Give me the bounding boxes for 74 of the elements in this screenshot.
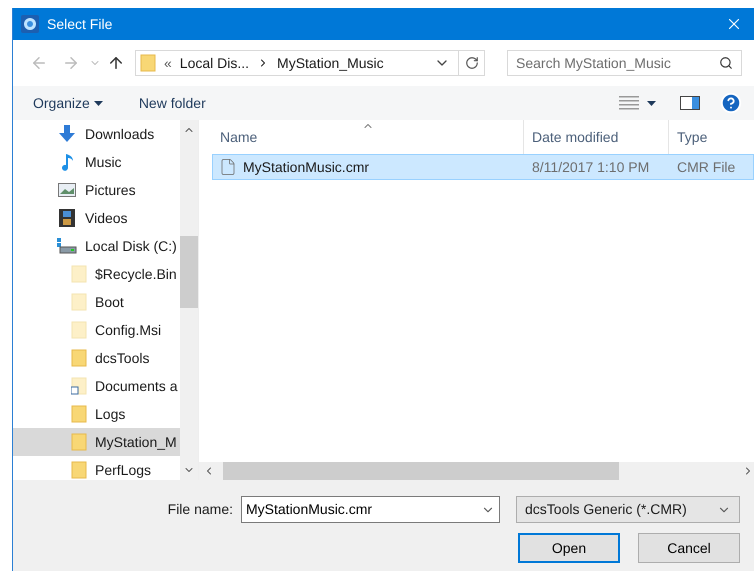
folder-icon (71, 265, 87, 283)
preview-pane-button[interactable] (680, 96, 700, 110)
file-name: MyStationMusic.cmr (243, 158, 370, 177)
file-name-field[interactable]: MyStationMusic.cmr (241, 496, 500, 523)
file-icon (219, 158, 237, 176)
nav-item[interactable]: Downloads (13, 120, 180, 148)
refresh-icon[interactable] (464, 56, 478, 70)
help-icon (720, 92, 742, 114)
nav-item[interactable]: Pictures (13, 176, 180, 204)
nav-label: Documents a (95, 376, 178, 396)
preview-pane-icon (680, 96, 700, 110)
breadcrumb[interactable]: Local Dis... (180, 52, 250, 74)
folder-icon (71, 293, 87, 311)
dialog-button[interactable]: Cancel (638, 533, 740, 563)
folder-icon (71, 321, 87, 339)
nav-item[interactable]: Boot (13, 288, 180, 316)
folder-icon (71, 405, 87, 423)
vertical-scrollbar[interactable] (180, 120, 198, 480)
nav-item[interactable]: Local Disk (C:) (13, 232, 180, 260)
nav-label: Pictures (85, 180, 136, 200)
picture-icon (58, 183, 76, 197)
scrollbar-thumb[interactable] (223, 462, 619, 480)
film-strip-icon (59, 209, 75, 227)
nav-item[interactable]: Logs (13, 400, 180, 428)
folder-icon (71, 433, 87, 451)
scrollbar-thumb[interactable] (180, 236, 198, 308)
nav-item[interactable]: dcsTools (13, 344, 180, 372)
nav-label: PerfLogs (95, 460, 152, 480)
dropdown-triangle-icon (94, 100, 103, 106)
folder-icon (71, 349, 87, 367)
nav-item[interactable]: Videos (13, 204, 180, 232)
nav-item[interactable]: PerfLogs (13, 456, 180, 480)
nav-label: Music (85, 152, 122, 172)
column-header[interactable]: Type (669, 120, 754, 154)
nav-label: Logs (95, 404, 126, 424)
nav-item[interactable]: Documents a (13, 372, 180, 400)
file-name-label: File name: (168, 500, 233, 519)
nav-label: dcsTools (95, 348, 150, 368)
breadcrumb[interactable]: MyStation_Music (277, 52, 384, 74)
nav-label: $Recycle.Bin (95, 264, 177, 284)
nav-label: Config.Msi (95, 320, 162, 340)
address-bar[interactable]: « Local Dis... MyStation_Music (135, 50, 485, 76)
nav-label: Downloads (85, 124, 154, 144)
nav-label: Boot (95, 292, 124, 312)
music-note-icon (60, 153, 74, 171)
nav-item[interactable]: MyStation_M (13, 428, 180, 456)
file-row[interactable]: MyStationMusic.cmr 8/11/2017 1:10 PM CMR File (212, 154, 754, 180)
nav-item[interactable]: Config.Msi (13, 316, 180, 344)
window-title: Select File (47, 14, 114, 34)
view-options-button[interactable] (619, 96, 656, 110)
download-arrow-icon (57, 125, 77, 143)
nav-label: Videos (85, 208, 128, 228)
date-cell-text: 8/11/2017 1:10 PM (531, 158, 650, 176)
forward-arrow-icon (62, 54, 80, 72)
dropdown-triangle-icon (647, 100, 656, 106)
horizontal-scrollbar[interactable] (199, 462, 754, 480)
drive-icon (57, 238, 77, 254)
folder-icon (140, 54, 156, 72)
list-view-icon (619, 96, 639, 110)
nav-item[interactable]: Music (13, 148, 180, 176)
nav-label: Local Disk (C:) (85, 236, 177, 256)
type-cell-text: CMR File (676, 158, 736, 176)
new-folder-button[interactable]: New folder (138, 92, 206, 114)
search-icon (719, 56, 733, 70)
shortcut-folder-icon (71, 377, 87, 395)
overflow-chevrons[interactable]: « (164, 52, 172, 74)
search-field[interactable]: Search MyStation_Music (507, 50, 742, 76)
organize-menu[interactable]: Organize (33, 92, 103, 114)
nav-label: MyStation_M (95, 432, 177, 452)
file-type-dropdown[interactable]: dcsTools Generic (*.CMR) (516, 496, 740, 523)
dialog-button[interactable]: Open (518, 533, 620, 563)
folder-icon (71, 461, 87, 479)
help-button[interactable] (720, 92, 742, 114)
nav-item[interactable]: $Recycle.Bin (13, 260, 180, 288)
